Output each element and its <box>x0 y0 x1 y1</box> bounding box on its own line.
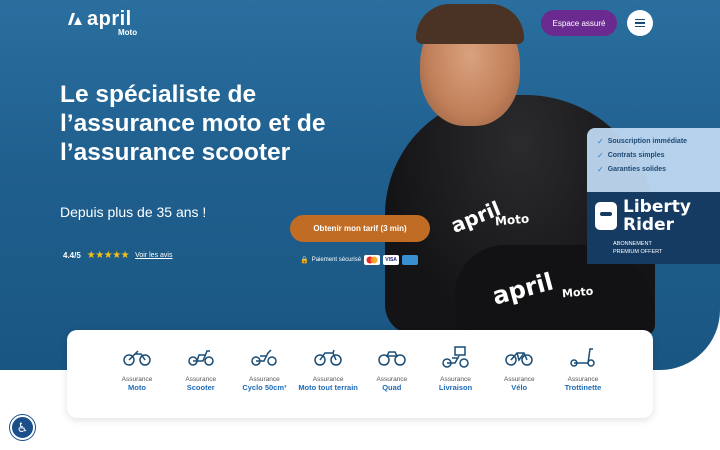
check-icon: ✓ <box>597 136 604 146</box>
suit-logo-sub: Moto <box>494 211 530 229</box>
delivery-icon <box>441 346 471 368</box>
check-icon: ✓ <box>597 164 604 174</box>
suit-logo-leg-sub: Moto <box>561 284 594 301</box>
rider-hair <box>416 4 524 44</box>
rating: 4.4/5 ★★★★★ Voir les avis <box>63 250 172 261</box>
category-livraison[interactable]: Assurance Livraison <box>426 346 486 418</box>
liberty-rider-logo-icon <box>595 202 617 230</box>
category-velo[interactable]: Assurance Vélo <box>489 346 549 418</box>
benefit-item: ✓ Garanties solides <box>597 164 667 174</box>
category-moto-tout-terrain[interactable]: Assurance Moto tout terrain <box>298 346 358 418</box>
hamburger-icon[interactable] <box>627 10 653 36</box>
voir-avis-link[interactable]: Voir les avis <box>135 252 172 259</box>
liberty-rider-banner[interactable]: Liberty Rider ABONNEMENT PREMIUM OFFERT <box>587 192 720 264</box>
category-cyclo[interactable]: Assurance Cyclo 50cm³ <box>234 346 294 418</box>
liberty-rider-offer: ABONNEMENT PREMIUM OFFERT <box>613 241 663 255</box>
cb-card-icon <box>402 255 419 265</box>
quad-icon <box>378 346 406 368</box>
benefit-item: ✓ Contrats simples <box>597 150 665 160</box>
star-icons: ★★★★★ <box>86 250 130 261</box>
category-scooter[interactable]: Assurance Scooter <box>171 346 231 418</box>
moped-icon <box>250 346 278 368</box>
category-trottinette[interactable]: Assurance Trottinette <box>553 346 613 418</box>
secure-payment: 🔒 Paiement sécurisé VISA <box>300 255 419 265</box>
lock-icon: 🔒 <box>300 257 309 264</box>
scooter-icon <box>187 346 215 368</box>
hero-banner: april Moto april Moto april Moto Espace … <box>0 0 720 370</box>
scooter-kick-icon <box>569 346 597 368</box>
accessibility-icon[interactable]: ♿ <box>10 415 35 440</box>
bicycle-icon <box>505 346 533 368</box>
visa-icon: VISA <box>383 255 400 265</box>
benefit-item: ✓ Souscription immédiate <box>597 136 688 146</box>
check-icon: ✓ <box>597 150 604 160</box>
insurance-categories: Assurance Moto Assurance Scooter Assuran… <box>67 330 653 418</box>
page-subtitle: Depuis plus de 35 ans ! <box>60 204 207 220</box>
liberty-rider-name: Liberty Rider <box>623 197 691 235</box>
espace-assure-button[interactable]: Espace assuré <box>541 10 617 36</box>
dirtbike-icon <box>314 346 342 368</box>
benefits-panel: ✓ Souscription immédiate ✓ Contrats simple… <box>587 128 720 192</box>
page-title: Le spécialiste de l’assurance moto et de… <box>60 81 326 166</box>
brand-sub: Moto <box>118 28 138 37</box>
motorcycle-icon <box>123 346 151 368</box>
april-logo-icon <box>68 13 82 25</box>
mastercard-icon <box>364 255 381 265</box>
category-moto[interactable]: Assurance Moto <box>107 346 167 418</box>
category-quad[interactable]: Assurance Quad <box>362 346 422 418</box>
secure-label: Paiement sécurisé <box>311 257 362 263</box>
rating-score: 4.4/5 <box>63 251 81 260</box>
get-quote-button[interactable]: Obtenir mon tarif (3 min) <box>290 215 430 242</box>
